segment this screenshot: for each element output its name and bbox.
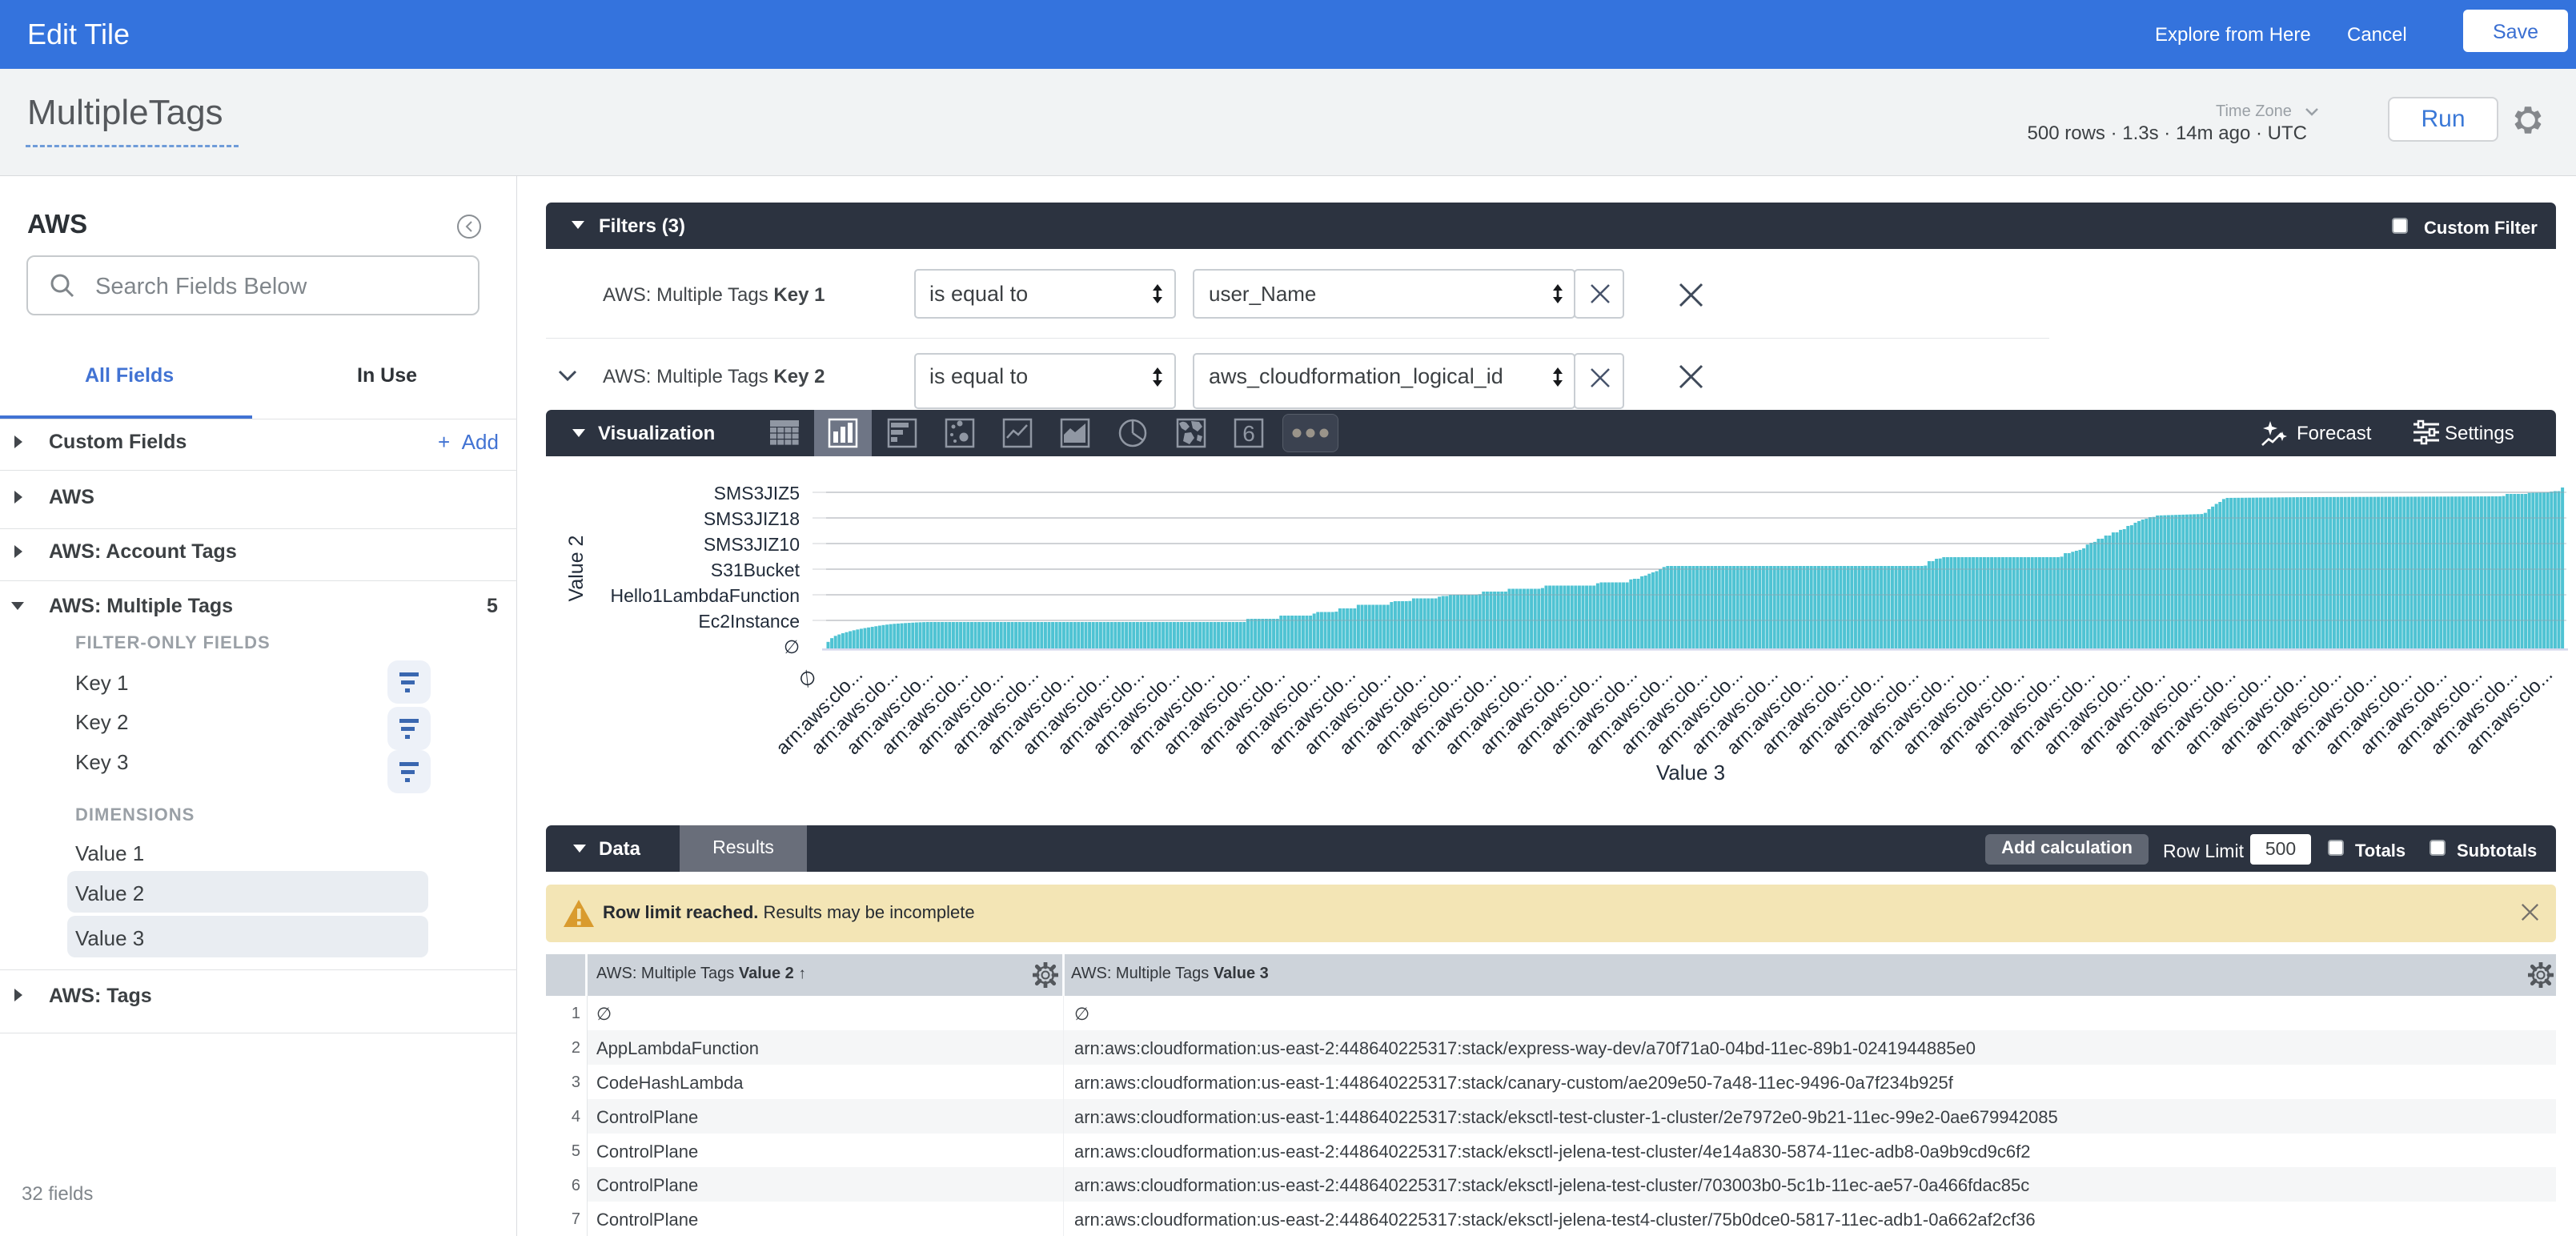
svg-text:6: 6 [1242,421,1255,446]
svg-text:∅: ∅ [794,665,821,692]
